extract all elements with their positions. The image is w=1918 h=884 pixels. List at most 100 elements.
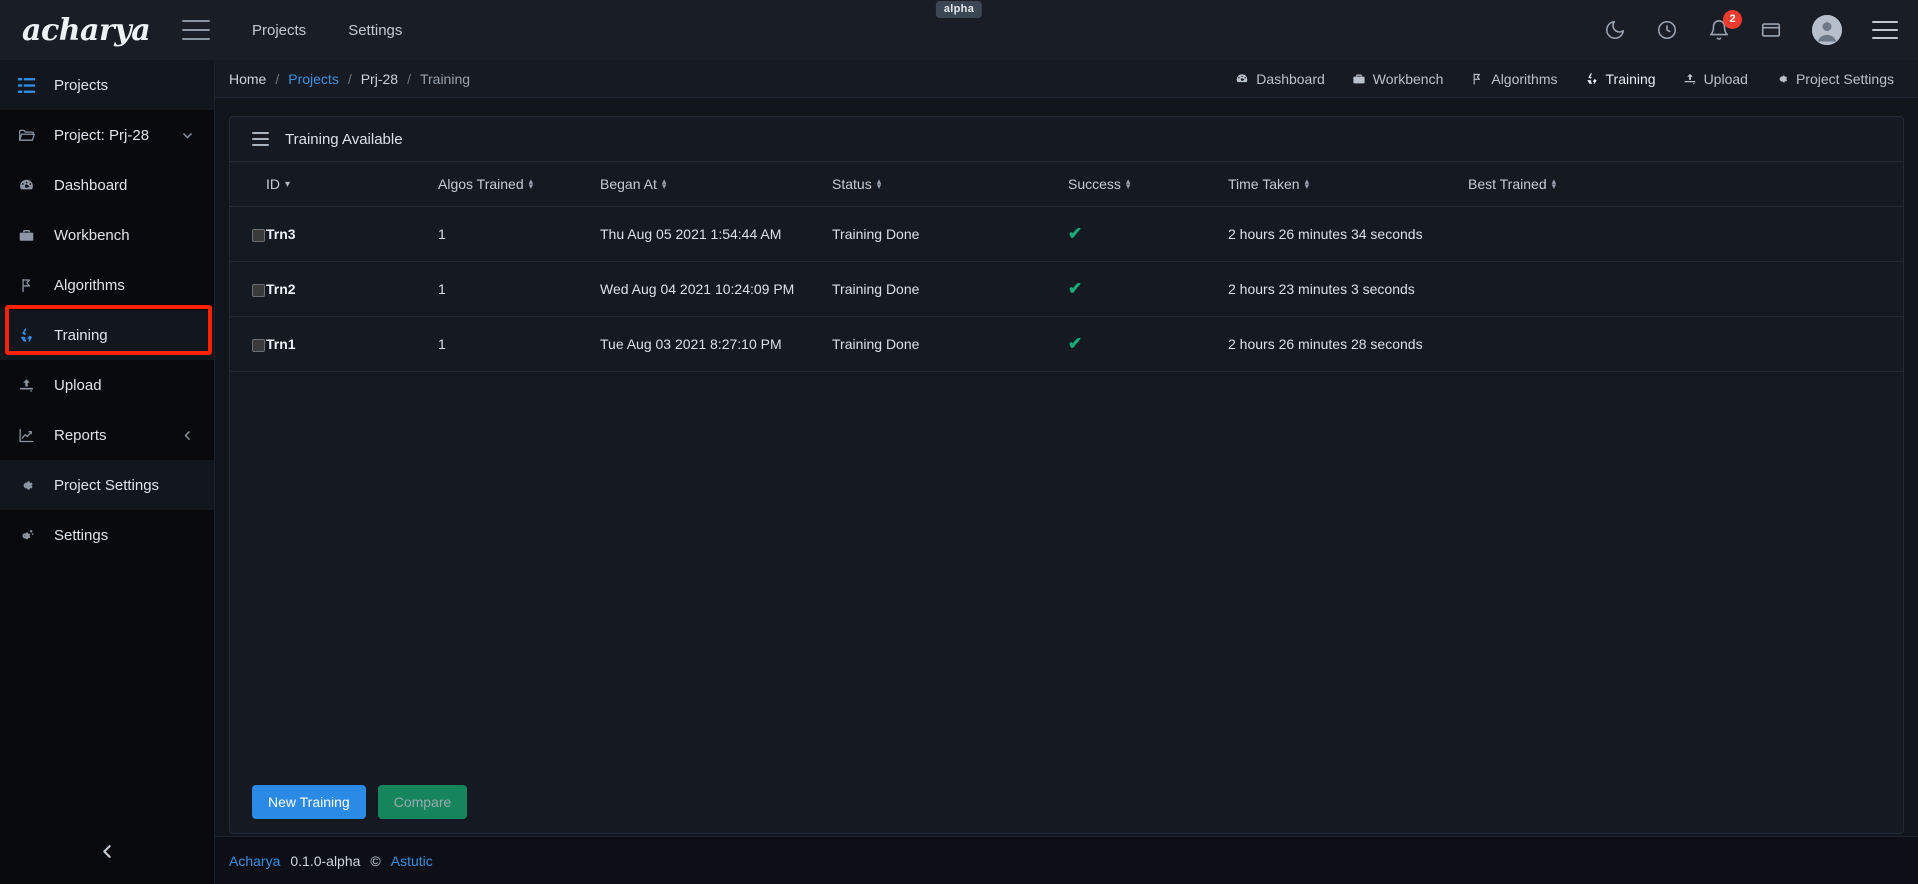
breadcrumb-separator: / xyxy=(275,71,279,87)
cell-id: Trn3 xyxy=(266,207,438,262)
th-id[interactable]: ID ▾ xyxy=(266,162,438,207)
clock-icon[interactable] xyxy=(1656,19,1678,41)
th-time-taken[interactable]: Time Taken ▴▾ xyxy=(1228,162,1468,207)
sidebar-item-project[interactable]: Project: Prj-28 xyxy=(0,110,214,160)
page-nav: Dashboard Workbench Algorithms Training xyxy=(1235,71,1894,87)
pagenav-project-settings[interactable]: Project Settings xyxy=(1775,71,1894,87)
breadcrumb-project[interactable]: Prj-28 xyxy=(361,71,398,87)
pagenav-workbench[interactable]: Workbench xyxy=(1352,71,1444,87)
recycle-icon xyxy=(18,327,40,344)
sidebar-item-label: Training xyxy=(54,327,108,344)
app-logo[interactable]: acharya xyxy=(0,13,170,48)
row-checkbox[interactable] xyxy=(252,339,265,352)
sort-icon: ▴▾ xyxy=(662,179,667,189)
cell-time-taken: 2 hours 26 minutes 34 seconds xyxy=(1228,207,1468,262)
th-label: Status xyxy=(832,176,872,192)
cell-success: ✔ xyxy=(1068,262,1228,317)
training-table: ID ▾ Algos Trained ▴▾ Began At ▴▾ xyxy=(230,162,1903,372)
cell-began-at: Wed Aug 04 2021 10:24:09 PM xyxy=(600,262,832,317)
sort-icon: ▴▾ xyxy=(1126,179,1131,189)
sidebar-item-label: Algorithms xyxy=(54,277,125,294)
chart-line-icon xyxy=(18,427,40,444)
footer-company-link[interactable]: Astutic xyxy=(391,853,433,869)
flag-icon xyxy=(18,277,40,294)
sidebar-collapse-button[interactable] xyxy=(0,843,215,860)
breadcrumb-separator: / xyxy=(348,71,352,87)
upload-icon xyxy=(18,377,40,394)
menu-icon[interactable] xyxy=(1872,21,1898,39)
th-began-at[interactable]: Began At ▴▾ xyxy=(600,162,832,207)
topnav-settings[interactable]: Settings xyxy=(348,22,402,39)
pagenav-upload[interactable]: Upload xyxy=(1683,71,1748,87)
notification-badge: 2 xyxy=(1723,10,1742,29)
cell-best-trained xyxy=(1468,262,1903,317)
sidebar-item-dashboard[interactable]: Dashboard xyxy=(0,160,214,210)
breadcrumb-projects[interactable]: Projects xyxy=(288,71,339,87)
footer: Acharya 0.1.0-alpha © Astutic xyxy=(215,836,1918,884)
chevron-down-icon[interactable] xyxy=(181,129,194,142)
gears-icon xyxy=(18,527,40,544)
pagenav-label: Upload xyxy=(1704,71,1748,87)
sidebar-item-algorithms[interactable]: Algorithms xyxy=(0,260,214,310)
breadcrumb-current: Training xyxy=(420,71,470,87)
recycle-icon xyxy=(1585,72,1599,86)
avatar[interactable] xyxy=(1812,15,1842,45)
cell-id: Trn1 xyxy=(266,317,438,372)
list-icon xyxy=(252,132,269,146)
moon-icon[interactable] xyxy=(1604,19,1626,41)
row-checkbox[interactable] xyxy=(252,229,265,242)
th-status[interactable]: Status ▴▾ xyxy=(832,162,1068,207)
top-bar: acharya Projects Settings alpha 2 xyxy=(0,0,1918,60)
th-algos-trained[interactable]: Algos Trained ▴▾ xyxy=(438,162,600,207)
sidebar-item-label: Upload xyxy=(54,377,102,394)
pagenav-algorithms[interactable]: Algorithms xyxy=(1470,71,1557,87)
sidebar-item-label: Reports xyxy=(54,427,107,444)
chevron-left-icon[interactable] xyxy=(181,429,194,442)
sort-icon: ▴▾ xyxy=(1305,179,1310,189)
table-row[interactable]: Trn3 1 Thu Aug 05 2021 1:54:44 AM Traini… xyxy=(230,207,1903,262)
table-row[interactable]: Trn1 1 Tue Aug 03 2021 8:27:10 PM Traini… xyxy=(230,317,1903,372)
card-footer: New Training Compare xyxy=(230,771,1903,833)
breadcrumb-home[interactable]: Home xyxy=(229,71,266,87)
sidebar-item-training[interactable]: Training xyxy=(0,310,214,360)
hamburger-icon[interactable] xyxy=(182,20,210,40)
new-training-button[interactable]: New Training xyxy=(252,785,366,819)
pagenav-dashboard[interactable]: Dashboard xyxy=(1235,71,1325,87)
sidebar-item-settings[interactable]: Settings xyxy=(0,510,214,560)
sidebar-item-workbench[interactable]: Workbench xyxy=(0,210,214,260)
table-header: ID ▾ Algos Trained ▴▾ Began At ▴▾ xyxy=(230,162,1903,207)
cell-algos-trained: 1 xyxy=(438,207,600,262)
pagenav-label: Project Settings xyxy=(1796,71,1894,87)
briefcase-icon xyxy=(1352,72,1366,86)
briefcase-icon xyxy=(18,227,40,244)
pagenav-label: Training xyxy=(1606,71,1656,87)
breadcrumb-separator: / xyxy=(407,71,411,87)
sidebar-item-reports[interactable]: Reports xyxy=(0,410,214,460)
th-best-trained[interactable]: Best Trained ▴▾ xyxy=(1468,162,1903,207)
compare-button[interactable]: Compare xyxy=(378,785,468,819)
table-body: Trn3 1 Thu Aug 05 2021 1:54:44 AM Traini… xyxy=(230,207,1903,372)
window-icon[interactable] xyxy=(1760,19,1782,41)
cell-began-at: Thu Aug 05 2021 1:54:44 AM xyxy=(600,207,832,262)
th-label: Success xyxy=(1068,176,1121,192)
speedometer-icon xyxy=(18,177,40,194)
cell-algos-trained: 1 xyxy=(438,262,600,317)
sidebar-item-project-settings[interactable]: Project Settings xyxy=(0,460,214,510)
sidebar-item-label: Projects xyxy=(54,77,108,94)
sort-icon: ▴▾ xyxy=(529,179,534,189)
pagenav-label: Workbench xyxy=(1373,71,1444,87)
table-row[interactable]: Trn2 1 Wed Aug 04 2021 10:24:09 PM Train… xyxy=(230,262,1903,317)
bell-icon[interactable]: 2 xyxy=(1708,19,1730,41)
sidebar-item-upload[interactable]: Upload xyxy=(0,360,214,410)
card-header: Training Available xyxy=(230,117,1903,162)
row-checkbox[interactable] xyxy=(252,284,265,297)
cell-id: Trn2 xyxy=(266,262,438,317)
th-label: ID xyxy=(266,176,280,192)
footer-app-link[interactable]: Acharya xyxy=(229,853,280,869)
sidebar-item-projects[interactable]: Projects xyxy=(0,60,214,110)
pagenav-training[interactable]: Training xyxy=(1585,71,1656,87)
topnav-projects[interactable]: Projects xyxy=(252,22,306,39)
sidebar-item-label: Project: Prj-28 xyxy=(54,127,149,144)
th-success[interactable]: Success ▴▾ xyxy=(1068,162,1228,207)
th-label: Best Trained xyxy=(1468,176,1547,192)
